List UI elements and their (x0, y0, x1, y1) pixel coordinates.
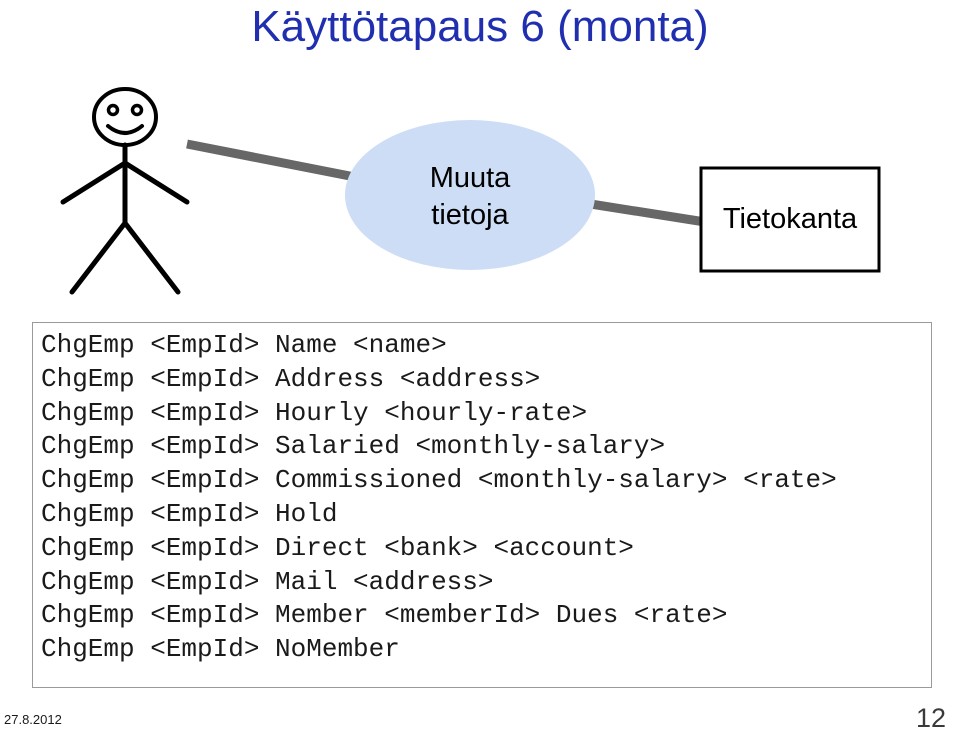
command-line: ChgEmp <EmpId> Commissioned <monthly-sal… (41, 465, 837, 496)
page-title: Käyttötapaus 6 (monta) (251, 2, 709, 51)
command-line: ChgEmp <EmpId> Member <memberId> Dues <r… (41, 600, 728, 631)
use-case-label: Muuta tietoja (345, 160, 595, 234)
actor-arm-right (122, 160, 190, 205)
connector-actor-to-usecase (186, 139, 361, 183)
command-list-panel: ChgEmp <EmpId> Name <name> ChgEmp <EmpId>… (32, 322, 932, 688)
system-box-label: Tietokanta (722, 203, 858, 235)
actor-leg-left (69, 220, 128, 295)
actor-eye-right-icon (130, 103, 144, 117)
command-line: ChgEmp <EmpId> Hold (41, 498, 338, 529)
use-case-diagram: Muuta tietoja Tietokanta (0, 60, 960, 310)
command-line: ChgEmp <EmpId> NoMember (41, 634, 400, 665)
actor-arm-left (60, 160, 128, 205)
command-line: ChgEmp <EmpId> Salaried <monthly-salary> (41, 431, 666, 462)
slide: Käyttötapaus 6 (monta) Muuta tietoja Tie… (0, 0, 960, 739)
command-line: ChgEmp <EmpId> Name <name> (41, 330, 447, 360)
command-line: ChgEmp <EmpId> Hourly <hourly-rate> (41, 397, 588, 428)
actor-head-icon (92, 87, 158, 147)
actor-figure (60, 87, 190, 295)
connector-usecase-to-system (577, 197, 706, 227)
use-case-label-line2: tietoja (431, 199, 509, 231)
command-line: ChgEmp <EmpId> Direct <bank> <account> (41, 532, 634, 563)
footer-date: 27.8.2012 (4, 712, 62, 727)
footer-page-number: 12 (915, 703, 946, 733)
command-list: ChgEmp <EmpId> Name <name> ChgEmp <EmpId>… (41, 329, 837, 667)
actor-eye-left-icon (106, 103, 120, 117)
command-line: ChgEmp <EmpId> Address <address> (41, 363, 541, 394)
command-line: ChgEmp <EmpId> Mail <address> (41, 566, 494, 597)
use-case-label-line1: Muuta (429, 162, 511, 194)
actor-leg-right (122, 220, 181, 295)
